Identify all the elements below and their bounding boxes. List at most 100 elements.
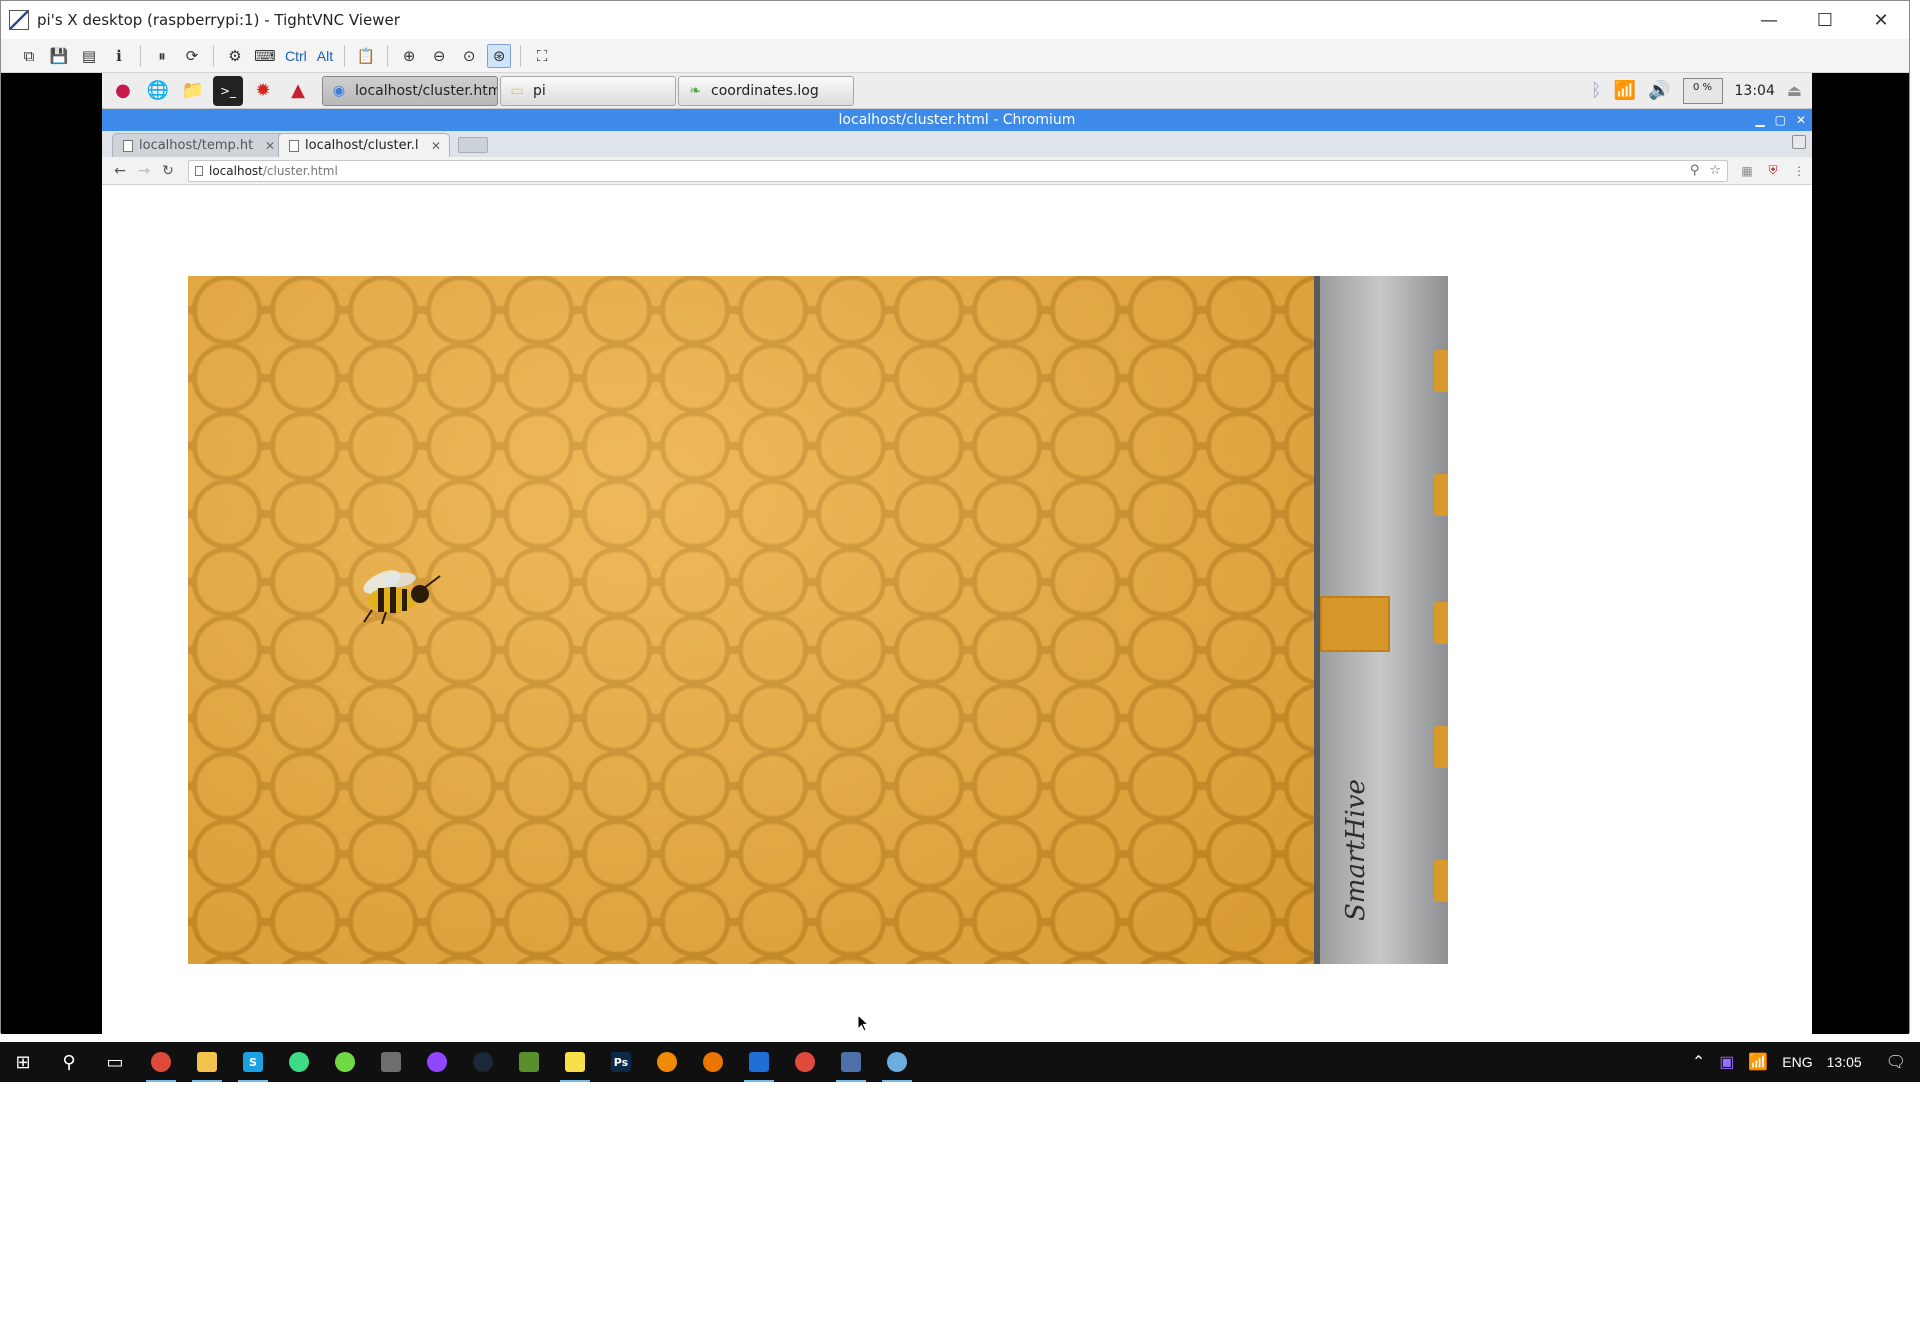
search-icon[interactable]: ⚲ (46, 1042, 92, 1082)
minecraft-icon[interactable] (506, 1042, 552, 1082)
refresh-icon[interactable]: ⟳ (180, 44, 204, 68)
start-icon[interactable]: ⊞ (0, 1042, 46, 1082)
page-info-icon[interactable] (195, 165, 203, 176)
tab-close-icon[interactable]: ✕ (429, 139, 443, 153)
sticky-notes-glyph (565, 1052, 585, 1072)
panel-launchers: ● 🌐 📁 >_ ✹ ▲ (108, 75, 318, 106)
chrome-icon[interactable] (138, 1042, 184, 1082)
folder-icon: ▭ (510, 82, 524, 99)
math-icon[interactable]: ✹ (248, 76, 278, 106)
terminal-icon[interactable]: >_ (213, 75, 243, 106)
address-bar[interactable]: localhost/cluster.html ⚲ ☆ (188, 159, 1728, 182)
tightvnc-icon[interactable] (828, 1042, 874, 1082)
windows-taskbar: ⊞ ⚲ ▭ S Ps ⌃ ▣ 📶 ENG 13:05 🗨 (0, 1042, 1920, 1082)
back-button[interactable]: ← (110, 161, 130, 181)
task-editor[interactable]: ❧ coordinates.log (678, 75, 854, 106)
fullscreen-icon[interactable]: ⛶ (530, 44, 554, 68)
task-chromium[interactable]: ◉ localhost/cluster.htm... (322, 75, 498, 106)
ctrl-alt-del-icon[interactable]: ⌨ (253, 44, 277, 68)
profile-button[interactable] (1792, 135, 1806, 149)
panel-clock[interactable]: 13:04 (1735, 83, 1775, 99)
paint-icon[interactable] (874, 1042, 920, 1082)
task-view-icon[interactable]: ▭ (92, 1042, 138, 1082)
zoom-100-icon[interactable]: ⊙ (457, 44, 481, 68)
task-label: pi (533, 82, 546, 99)
twitch-icon[interactable] (414, 1042, 460, 1082)
taskbar-clock[interactable]: 13:05 (1827, 1054, 1862, 1070)
tray-app-icon[interactable]: ▣ (1719, 1052, 1734, 1072)
zoom-icon[interactable]: ⚲ (1690, 163, 1700, 178)
photoshop-glyph: Ps (611, 1052, 631, 1072)
new-tab-button[interactable] (458, 137, 488, 153)
tab-title: localhost/temp.ht (139, 138, 254, 153)
tightvnc-glyph (841, 1052, 861, 1072)
language-indicator[interactable]: ENG (1782, 1054, 1812, 1070)
wolfram-icon[interactable]: ▲ (283, 76, 313, 106)
action-center-icon[interactable]: 🗨 (1886, 1052, 1906, 1072)
android-studio-icon[interactable] (276, 1042, 322, 1082)
file-manager-icon[interactable]: 📁 (178, 76, 208, 106)
frame-comb-piece (1320, 596, 1390, 652)
raspberry-pi-desktop: ●🌐📁>_✹▲ ◉ localhost/cluster.htm... ▭ pi ❧ coo… (102, 73, 1812, 1034)
frame-notch (1434, 860, 1448, 902)
taskbar-apps: ⊞ ⚲ ▭ S Ps (0, 1042, 920, 1082)
paint-glyph (887, 1052, 907, 1072)
ublock-shield-icon[interactable]: ⛨ (1764, 162, 1782, 180)
eject-icon[interactable]: ⏏ (1787, 81, 1802, 100)
ide-icon[interactable] (736, 1042, 782, 1082)
volume-icon[interactable]: 🔊 (1648, 80, 1670, 101)
clipboard-icon[interactable]: 📋 (354, 44, 378, 68)
ctrl-key[interactable]: Ctrl (283, 44, 309, 68)
vlc-icon[interactable] (644, 1042, 690, 1082)
toolbar-separator (520, 44, 522, 67)
blender-icon[interactable] (690, 1042, 736, 1082)
chromium-maximize-button[interactable]: ▢ (1775, 113, 1786, 127)
chrome-2-icon[interactable] (782, 1042, 828, 1082)
frame-notch (1434, 474, 1448, 516)
save-icon[interactable]: 💾 (47, 44, 71, 68)
calculator-icon[interactable] (368, 1042, 414, 1082)
bookmark-star-icon[interactable]: ☆ (1709, 163, 1721, 178)
steam-icon[interactable] (460, 1042, 506, 1082)
browser-tab[interactable]: localhost/cluster.l ✕ (278, 133, 450, 157)
sticky-notes-icon[interactable] (552, 1042, 598, 1082)
chromium-minimize-button[interactable]: ▁ (1755, 113, 1764, 127)
reload-button[interactable]: ↻ (158, 161, 178, 181)
new-connection-icon[interactable]: ⧉ (17, 44, 41, 68)
send-keys-icon[interactable]: ⚙ (223, 44, 247, 68)
zoom-in-icon[interactable]: ⊕ (397, 44, 421, 68)
chromium-window: localhost/cluster.html - Chromium ▁ ▢ ✕ … (102, 109, 1812, 1034)
alt-key[interactable]: Alt (315, 44, 335, 68)
maximize-button[interactable]: ☐ (1797, 1, 1853, 39)
chromium-close-button[interactable]: ✕ (1796, 113, 1806, 127)
tab-page-icon (123, 139, 133, 152)
wifi-icon[interactable]: 📶 (1614, 80, 1636, 101)
tab-close-icon[interactable]: ✕ (263, 139, 277, 153)
network-icon[interactable]: 📶 (1748, 1052, 1768, 1072)
vnc-titlebar[interactable]: pi's X desktop (raspberrypi:1) - TightVN… (1, 1, 1909, 39)
skype-icon[interactable]: S (230, 1042, 276, 1082)
chromium-titlebar[interactable]: localhost/cluster.html - Chromium ▁ ▢ ✕ (102, 109, 1812, 131)
raspberry-menu-icon[interactable]: ● (108, 76, 138, 106)
web-browser-icon[interactable]: 🌐 (143, 76, 173, 106)
vnc-remote-viewport[interactable]: ●🌐📁>_✹▲ ◉ localhost/cluster.htm... ▭ pi ❧ coo… (1, 73, 1909, 1034)
extension-icon[interactable]: ▦ (1738, 162, 1756, 180)
close-button[interactable]: ✕ (1853, 1, 1909, 39)
file-explorer-icon[interactable] (184, 1042, 230, 1082)
chrome-menu-icon[interactable]: ⋮ (1790, 162, 1808, 180)
zoom-auto-icon[interactable]: ⊛ (487, 43, 512, 68)
browser-tab[interactable]: localhost/temp.ht ✕ (112, 133, 284, 157)
minimize-button[interactable]: — (1741, 1, 1797, 39)
file-explorer-glyph (197, 1052, 217, 1072)
show-hidden-icons-icon[interactable]: ⌃ (1692, 1052, 1705, 1072)
task-file-manager[interactable]: ▭ pi (500, 75, 676, 106)
forward-button[interactable]: → (134, 161, 154, 181)
zoom-out-icon[interactable]: ⊖ (427, 44, 451, 68)
chromium-toolbar: ← → ↻ localhost/cluster.html ⚲ ☆ ▦ ⛨ ⋮ (102, 157, 1812, 185)
options-icon[interactable]: ▤ (77, 44, 101, 68)
photoshop-icon[interactable]: Ps (598, 1042, 644, 1082)
info-icon[interactable]: ℹ (107, 44, 131, 68)
upwork-icon[interactable] (322, 1042, 368, 1082)
pause-icon[interactable]: ⏸ (150, 44, 174, 68)
bluetooth-icon[interactable]: ᛒ (1591, 80, 1602, 101)
